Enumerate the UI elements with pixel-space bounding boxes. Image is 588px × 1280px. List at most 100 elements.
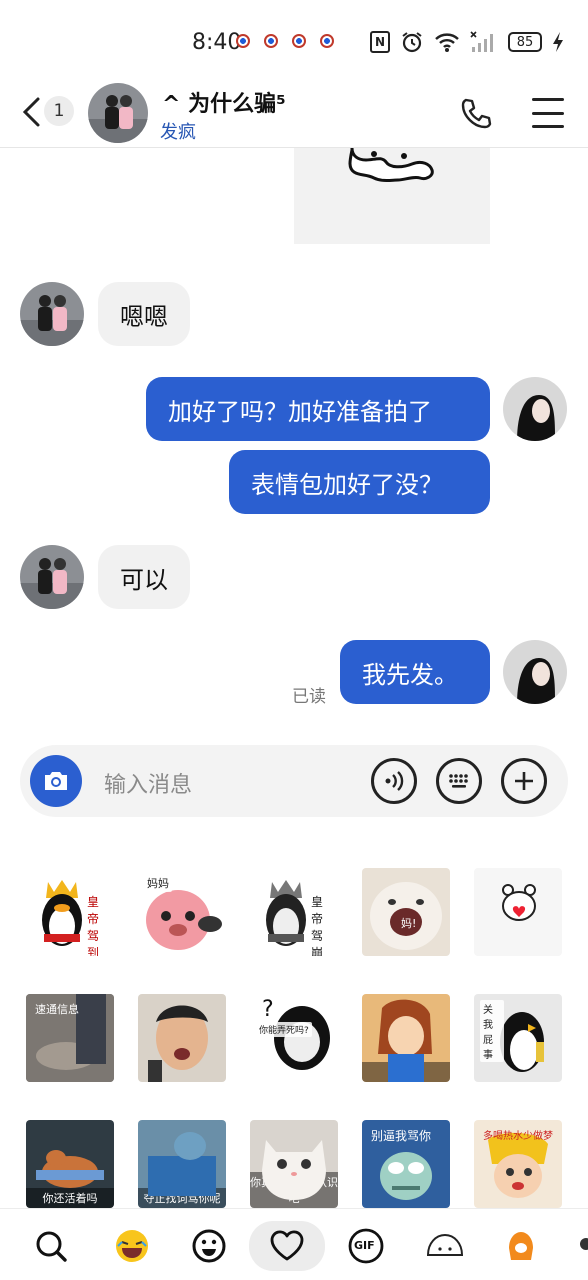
chevron-left-icon — [22, 97, 40, 127]
signal-icon — [470, 31, 493, 52]
sticker-item[interactable]: 皇帝驾到 — [26, 868, 114, 956]
smiley-tab[interactable] — [184, 1221, 234, 1271]
sticker-caption: 皇帝驾崩 — [311, 895, 324, 956]
contact-avatar[interactable] — [88, 83, 148, 143]
message-input-bar: 输入消息 — [20, 745, 568, 817]
sticker-item[interactable]: 速通信息 — [26, 994, 114, 1082]
notification-app-icon — [264, 34, 278, 48]
sticker-caption: 别逼我骂你 — [371, 1129, 432, 1143]
my-avatar[interactable] — [503, 377, 567, 441]
nfc-icon: N — [370, 31, 390, 53]
message-bubble-outgoing[interactable]: 我先发。 — [340, 640, 490, 704]
phone-icon — [461, 98, 492, 129]
sticker-item[interactable]: 皇帝驾崩 — [250, 868, 338, 956]
read-receipt: 已读 — [292, 687, 326, 707]
sticker-graphic — [36, 1150, 104, 1188]
emoji-toolbar: GIF — [0, 1208, 588, 1280]
favorites-tab[interactable] — [249, 1221, 325, 1271]
chat-header: 1 ^ 为什么骗⁵ 发疯 — [0, 80, 588, 148]
my-avatar[interactable] — [503, 640, 567, 704]
status-bar: 8:40 N 85 — [0, 0, 588, 80]
sticker-item[interactable]: 多喝热水少做梦 — [474, 1120, 562, 1208]
sticker-graphic — [148, 1005, 208, 1082]
camera-icon — [45, 772, 67, 790]
sticker-item[interactable]: 你还活着吗 — [26, 1120, 114, 1208]
menu-icon-line — [532, 98, 564, 101]
contact-name[interactable]: ^ 为什么骗⁵ — [162, 86, 286, 118]
sticker-item[interactable]: 关我屁事 — [474, 994, 562, 1082]
add-attachment-button[interactable] — [501, 758, 547, 804]
svg-text:?: ? — [262, 997, 274, 1022]
image-message-partial[interactable] — [294, 148, 490, 244]
menu-button[interactable] — [532, 98, 564, 128]
dumpling-icon — [426, 1233, 464, 1256]
sticker-caption: 妈! — [401, 917, 417, 930]
message-list[interactable]: 嗯嗯 加好了吗？加好准备拍了 表情包加好了没？ 可以 已读 我先发。 — [0, 148, 588, 738]
more-sticker-tab[interactable] — [568, 1221, 588, 1271]
sticker-item[interactable]: ? 你能弄死吗? — [250, 994, 338, 1082]
sticker-caption: 皇帝驾到 — [87, 895, 100, 956]
avatar-photo — [20, 282, 84, 346]
charging-icon — [553, 32, 563, 52]
partial-sticker-icon — [580, 1238, 588, 1250]
laughing-emoji-icon — [116, 1230, 148, 1262]
sticker-caption: 速通信息 — [35, 1003, 79, 1016]
character-icon — [509, 1232, 533, 1260]
notification-app-icon — [236, 34, 250, 48]
plus-icon — [515, 772, 533, 790]
avatar-photo — [88, 83, 148, 143]
sticker-graphic — [370, 882, 442, 950]
voice-call-button[interactable] — [458, 96, 494, 132]
keyboard-icon — [449, 774, 468, 788]
message-bubble-incoming[interactable]: 可以 — [98, 545, 190, 609]
sticker-graphic — [502, 884, 536, 921]
sticker-graphic — [148, 1132, 216, 1196]
gif-tab[interactable]: GIF — [341, 1221, 391, 1271]
search-icon — [36, 1231, 67, 1262]
notification-icons — [236, 34, 334, 48]
heart-icon — [270, 1230, 304, 1261]
message-input[interactable]: 输入消息 — [104, 767, 192, 799]
camera-button[interactable] — [30, 755, 82, 807]
sticker-item[interactable]: 妈! — [362, 868, 450, 956]
battery-icon: 85 — [508, 32, 542, 52]
smiley-icon — [192, 1229, 226, 1263]
menu-icon-line — [532, 111, 564, 115]
sticker-item[interactable] — [138, 994, 226, 1082]
sticker-caption: 妈妈 — [144, 874, 172, 892]
sticker-item[interactable]: 夺正找词骂你呢 — [138, 1120, 226, 1208]
unread-count-badge: 1 — [44, 96, 74, 126]
alarm-icon — [402, 32, 422, 53]
emoji-tab[interactable] — [107, 1221, 157, 1271]
status-time: 8:40 — [192, 30, 242, 55]
back-button[interactable] — [16, 96, 46, 128]
notification-app-icon — [320, 34, 334, 48]
sticker-item[interactable]: 给你一 — [362, 994, 450, 1082]
dumpling-sticker-tab[interactable] — [420, 1221, 470, 1271]
sticker-graphic — [378, 999, 432, 1082]
avatar-photo — [20, 545, 84, 609]
message-bubble-outgoing[interactable]: 加好了吗？加好准备拍了 — [146, 377, 490, 441]
sender-avatar[interactable] — [20, 282, 84, 346]
sticker-item[interactable]: 你真的很好不认识吧 — [250, 1120, 338, 1208]
sticker-item[interactable]: 别逼我骂你 — [362, 1120, 450, 1208]
status-right: N 85 — [370, 30, 564, 54]
sticker-search-tab[interactable] — [26, 1221, 76, 1271]
message-bubble-outgoing[interactable]: 表情包加好了没？ — [229, 450, 490, 514]
contact-status: 发疯 — [160, 122, 196, 143]
message-bubble-incoming[interactable]: 嗯嗯 — [98, 282, 190, 346]
avatar-photo — [503, 640, 567, 704]
voice-input-button[interactable] — [371, 758, 417, 804]
sticker-item[interactable] — [474, 868, 562, 956]
voice-wave-icon — [385, 771, 404, 791]
avatar-photo — [503, 377, 567, 441]
sticker-graphic: ? — [262, 997, 330, 1070]
sticker-graphic — [262, 1140, 326, 1200]
notification-app-icon — [292, 34, 306, 48]
character-sticker-tab[interactable] — [496, 1221, 546, 1271]
sticker-panel: 皇帝驾到 妈妈 皇帝驾崩 妈! 速通信息 ? 你能弄死吗? 给你一 关我屁事 你… — [0, 860, 588, 1208]
sticker-item[interactable]: 妈妈 — [138, 868, 226, 956]
sender-avatar[interactable] — [20, 545, 84, 609]
sticker-image — [348, 148, 434, 182]
keyboard-button[interactable] — [436, 758, 482, 804]
